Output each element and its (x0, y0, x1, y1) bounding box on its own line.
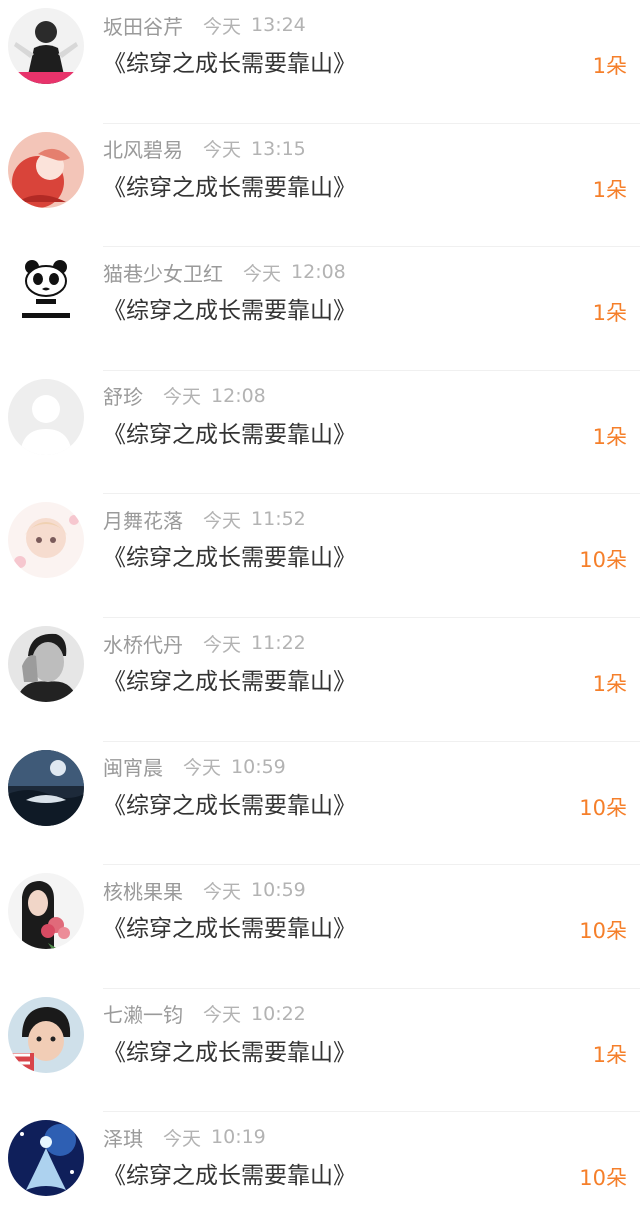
book-title[interactable]: 《综穿之成长需要靠山》 (103, 1033, 356, 1067)
user-name[interactable]: 坂田谷芹 (103, 11, 183, 40)
list-item[interactable]: 核桃果果 今天 10:59 《综穿之成长需要靠山》 10朵 (0, 865, 640, 989)
entry-meta: 舒珍 今天 12:08 (103, 381, 266, 411)
gift-count: 10朵 (579, 1166, 627, 1191)
gift-count: 10朵 (579, 548, 627, 573)
list-item[interactable]: 闽宵晨 今天 10:59 《综穿之成长需要靠山》 10朵 (0, 742, 640, 866)
entry-day: 今天 (183, 757, 222, 780)
entry-day: 今天 (203, 139, 242, 162)
book-title[interactable]: 《综穿之成长需要靠山》 (103, 168, 356, 202)
entry-meta: 猫巷少女卫红 今天 12:08 (103, 257, 346, 287)
book-title[interactable]: 《综穿之成长需要靠山》 (103, 1156, 356, 1190)
avatar[interactable] (8, 255, 84, 332)
book-title[interactable]: 《综穿之成长需要靠山》 (103, 786, 356, 820)
entry-meta: 七濑一钧 今天 10:22 (103, 999, 306, 1029)
entry-meta: 月舞花落 今天 11:52 (103, 504, 306, 534)
book-title[interactable]: 《综穿之成长需要靠山》 (103, 291, 356, 325)
book-title[interactable]: 《综穿之成长需要靠山》 (103, 44, 356, 78)
entry-time: 13:24 (251, 14, 306, 36)
book-title[interactable]: 《综穿之成长需要靠山》 (103, 662, 356, 696)
list-item[interactable]: 坂田谷芹 今天 13:24 《综穿之成长需要靠山》 1朵 (0, 0, 640, 124)
avatar[interactable] (8, 749, 84, 826)
entry-day: 今天 (203, 1004, 242, 1027)
entry-time: 10:59 (231, 755, 286, 778)
entry-meta: 核桃果果 今天 10:59 (103, 875, 306, 905)
user-name[interactable]: 月舞花落 (103, 505, 183, 534)
avatar[interactable] (8, 131, 84, 208)
entry-day: 今天 (163, 1127, 202, 1150)
user-name[interactable]: 舒珍 (103, 381, 143, 410)
entry-meta: 坂田谷芹 今天 13:24 (103, 10, 306, 40)
entry-time: 13:15 (251, 137, 306, 160)
gift-record-list: 坂田谷芹 今天 13:24 《综穿之成长需要靠山》 1朵 北风碧易 今天 13:… (0, 0, 640, 1206)
gift-count: 10朵 (579, 795, 627, 820)
entry-time: 10:19 (211, 1126, 266, 1149)
avatar-girl-flowers-icon (8, 873, 84, 950)
user-name[interactable]: 猫巷少女卫红 (103, 258, 223, 287)
list-item[interactable]: 泽琪 今天 10:19 《综穿之成长需要靠山》 10朵 (0, 1112, 640, 1206)
list-item[interactable]: 猫巷少女卫红 今天 12:08 《综穿之成长需要靠山》 1朵 (0, 247, 640, 371)
entry-time: 12:08 (291, 261, 346, 284)
avatar-night-scene-icon (8, 749, 84, 826)
avatar[interactable] (8, 873, 84, 950)
list-item[interactable]: 北风碧易 今天 13:15 《综穿之成长需要靠山》 1朵 (0, 124, 640, 248)
avatar[interactable] (8, 378, 84, 455)
entry-time: 10:59 (251, 879, 306, 902)
list-item[interactable]: 舒珍 今天 12:08 《综穿之成长需要靠山》 1朵 (0, 371, 640, 495)
list-item[interactable]: 七濑一钧 今天 10:22 《综穿之成长需要靠山》 1朵 (0, 989, 640, 1113)
gift-count: 1朵 (592, 301, 627, 326)
user-name[interactable]: 水桥代丹 (103, 629, 183, 658)
book-title[interactable]: 《综穿之成长需要靠山》 (103, 538, 356, 572)
user-name[interactable]: 北风碧易 (103, 134, 183, 163)
avatar-woman-photo-icon (8, 8, 84, 84)
book-title[interactable]: 《综穿之成长需要靠山》 (103, 909, 356, 943)
entry-meta: 闽宵晨 今天 10:59 (103, 752, 286, 782)
user-name[interactable]: 七濑一钧 (103, 999, 183, 1028)
user-name[interactable]: 核桃果果 (103, 876, 183, 905)
avatar[interactable] (8, 1120, 84, 1197)
entry-time: 11:52 (251, 508, 306, 531)
avatar-panda-meme-icon (8, 255, 84, 332)
avatar-glowing-figure-icon (8, 1120, 84, 1197)
avatar[interactable] (8, 996, 84, 1073)
list-item[interactable]: 月舞花落 今天 11:52 《综穿之成长需要靠山》 10朵 (0, 494, 640, 618)
gift-count: 1朵 (592, 672, 627, 696)
entry-day: 今天 (203, 509, 242, 532)
gift-count: 1朵 (592, 54, 627, 78)
book-title[interactable]: 《综穿之成长需要靠山》 (103, 415, 356, 449)
user-name[interactable]: 闽宵晨 (103, 752, 163, 781)
avatar-anime-art-icon (8, 131, 84, 208)
entry-time: 10:22 (251, 1002, 306, 1025)
list-item[interactable]: 水桥代丹 今天 11:22 《综穿之成长需要靠山》 1朵 (0, 618, 640, 742)
entry-day: 今天 (243, 262, 282, 285)
avatar[interactable] (8, 502, 84, 579)
avatar-chibi-anime-icon (8, 502, 84, 579)
gift-count: 10朵 (579, 919, 627, 944)
gift-count: 1朵 (592, 1042, 627, 1067)
avatar-child-photo-icon (8, 996, 84, 1073)
entry-day: 今天 (203, 15, 242, 38)
entry-time: 12:08 (211, 384, 266, 407)
entry-time: 11:22 (251, 632, 306, 654)
entry-day: 今天 (203, 880, 242, 903)
avatar-man-bw-photo-icon (8, 626, 84, 702)
entry-meta: 泽琪 今天 10:19 (103, 1122, 266, 1152)
gift-count: 1朵 (592, 424, 627, 449)
avatar[interactable] (8, 8, 84, 84)
entry-meta: 北风碧易 今天 13:15 (103, 134, 306, 164)
entry-meta: 水桥代丹 今天 11:22 (103, 628, 306, 658)
user-name[interactable]: 泽琪 (103, 1123, 143, 1152)
gift-count: 1朵 (592, 177, 627, 202)
entry-day: 今天 (163, 386, 202, 409)
entry-day: 今天 (203, 633, 242, 656)
avatar[interactable] (8, 626, 84, 702)
avatar-default-silhouette-icon (8, 378, 84, 455)
